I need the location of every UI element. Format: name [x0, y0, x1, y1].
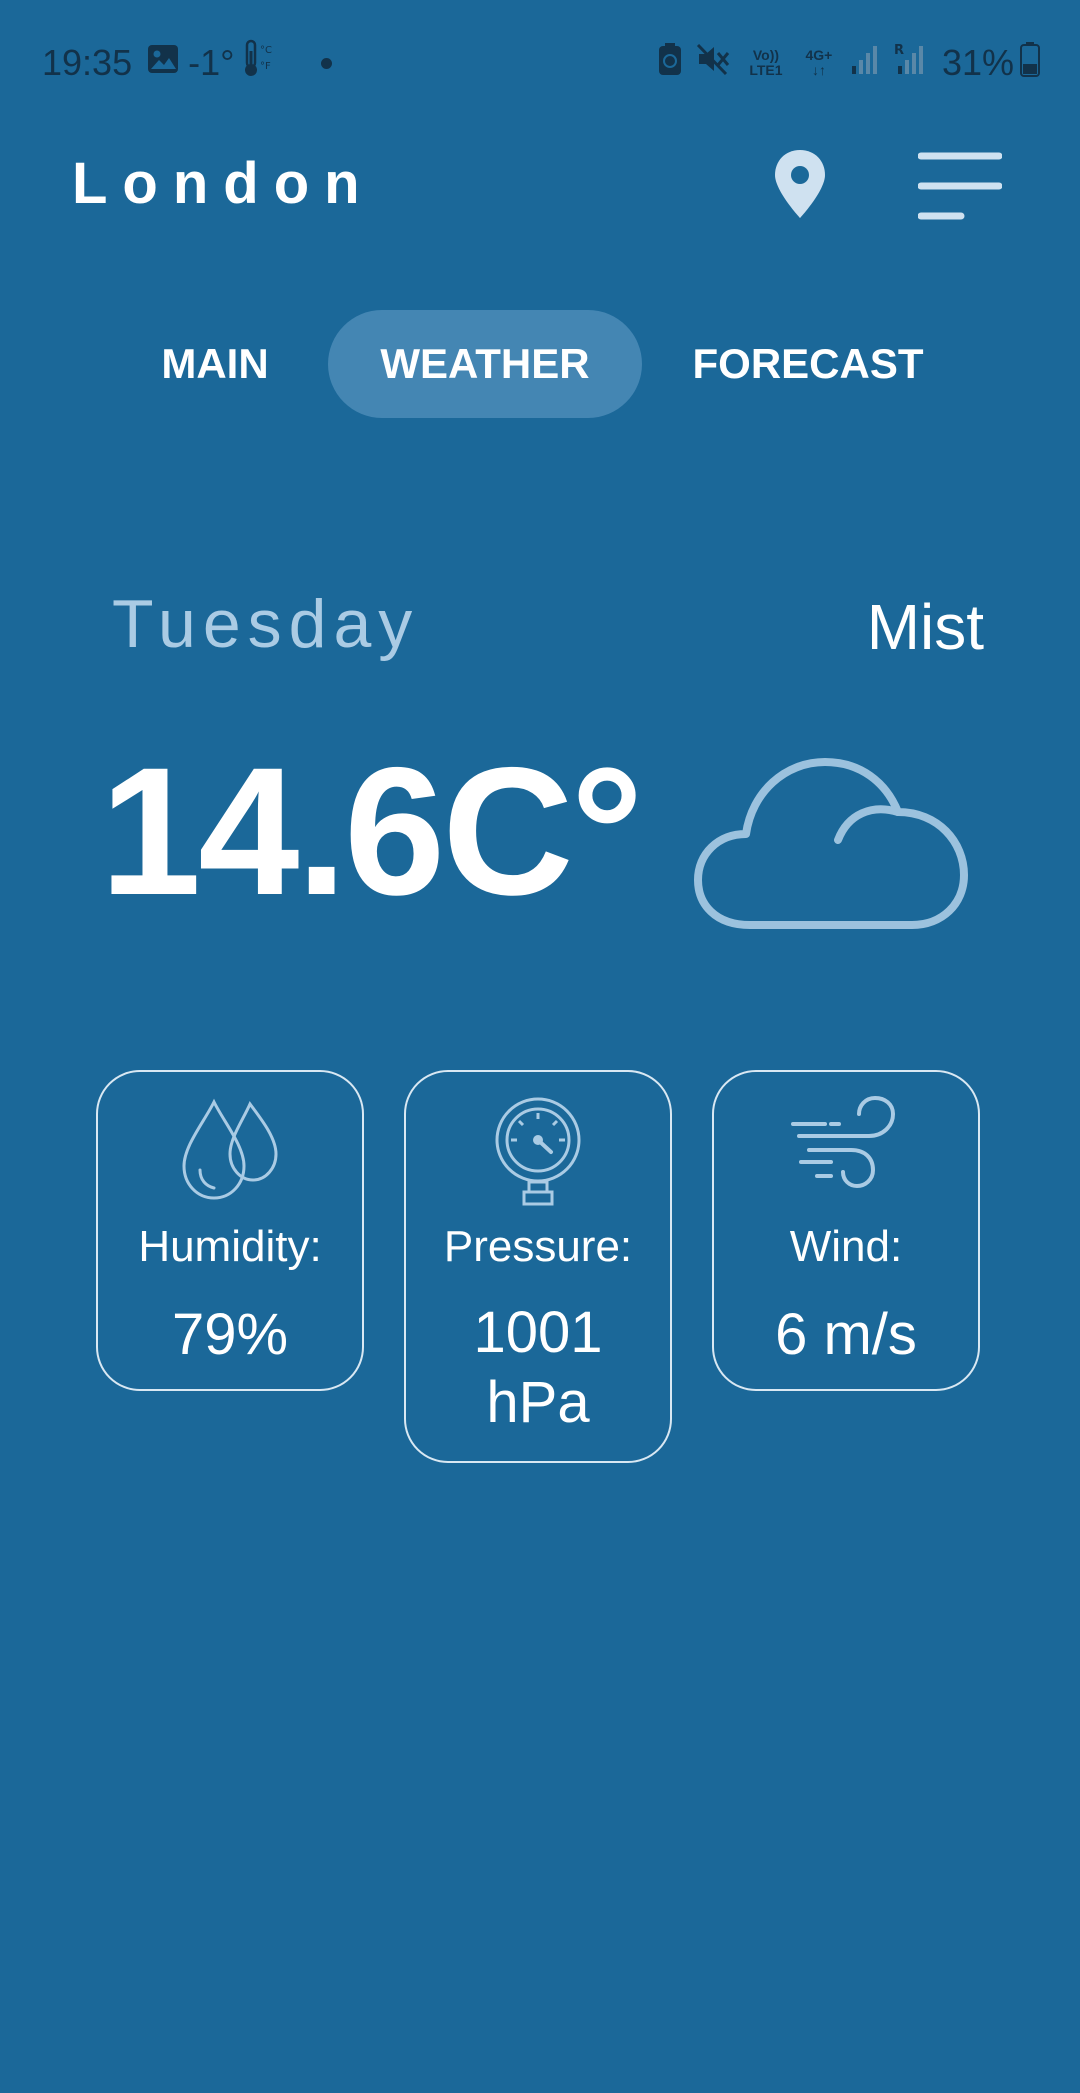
humidity-value: 79%: [171, 1302, 289, 1367]
battery-percent: 31%: [941, 42, 1014, 83]
image-notification-icon: [146, 42, 180, 85]
notification-dot: [320, 57, 332, 69]
wind-value: 6 m/s: [775, 1302, 917, 1367]
tab-main[interactable]: MAIN: [140, 310, 290, 418]
svg-text:R: R: [894, 43, 904, 58]
pressure-label: Pressure:: [443, 1222, 633, 1271]
thermometer-icon: °C °F: [241, 39, 275, 88]
location-button[interactable]: [772, 148, 828, 220]
tab-weather[interactable]: WEATHER: [328, 310, 642, 418]
droplets-icon: [178, 1096, 282, 1211]
menu-button[interactable]: [917, 150, 1003, 222]
weather-description: Mist: [866, 591, 984, 663]
status-time: 19:35: [42, 42, 133, 83]
battery-icon: [1020, 41, 1040, 86]
network-4g-indicator: 4G+ ↓↑: [805, 47, 833, 78]
pressure-unit: hPa: [486, 1370, 590, 1435]
tab-bar: MAIN WEATHER FORECAST: [0, 310, 1080, 418]
pressure-card: Pressure: 1001 hPa: [404, 1070, 672, 1463]
mute-icon: [696, 42, 730, 85]
day-label: Tuesday: [112, 586, 420, 662]
volte-indicator: Vo)) LTE1: [749, 47, 783, 78]
pressure-number: 1001: [473, 1300, 603, 1365]
location-pin-icon: [775, 150, 825, 218]
pressure-value: 1001 hPa: [406, 1298, 670, 1438]
svg-text:°F: °F: [260, 61, 271, 72]
wind-card: Wind: 6 m/s: [712, 1070, 980, 1391]
battery-saver-icon: [658, 42, 682, 85]
wind-icon: [791, 1095, 901, 1197]
status-bar-right: Vo)) LTE1 4G+ ↓↑ R 31%: [644, 38, 1040, 88]
city-name: London: [72, 151, 375, 216]
status-bar-left: 19:35 -1° °C °F: [42, 38, 332, 88]
signal-strength-icon: [850, 42, 880, 85]
status-temperature: -1°: [188, 42, 235, 83]
humidity-card: Humidity: 79%: [96, 1070, 364, 1391]
network-4g-label: 4G+: [805, 47, 833, 63]
wind-label: Wind:: [789, 1222, 903, 1271]
menu-icon: [917, 152, 1003, 220]
roaming-signal-icon: R: [894, 42, 926, 85]
status-bar: 19:35 -1° °C °F Vo)) LTE1 4G+ ↓↑ R 31%: [0, 0, 1080, 120]
pressure-gauge-icon: [493, 1096, 583, 1213]
temperature-value: 14.6C°: [100, 729, 643, 933]
cloud-icon: [690, 742, 970, 932]
svg-text:°C: °C: [260, 45, 272, 56]
humidity-label: Humidity:: [138, 1222, 322, 1271]
tab-forecast[interactable]: FORECAST: [680, 310, 936, 418]
